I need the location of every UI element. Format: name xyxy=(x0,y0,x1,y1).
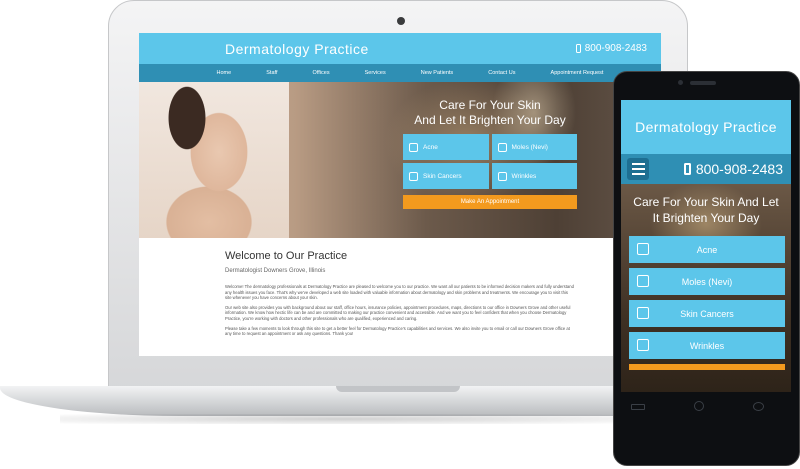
phone-speaker xyxy=(690,81,716,85)
mobile-tile-skin-cancers[interactable]: Skin Cancers xyxy=(629,300,785,327)
make-appointment-button[interactable]: Make An Appointment xyxy=(403,195,577,209)
hero-banner: Care For Your Skin And Let It Brighten Y… xyxy=(139,82,661,238)
tile-label: Skin Cancers xyxy=(423,172,462,180)
hamburger-menu-icon[interactable] xyxy=(627,158,649,180)
magnifier-icon xyxy=(637,275,649,287)
mobile-appointment-button[interactable] xyxy=(629,364,785,370)
bandage-icon xyxy=(409,171,418,181)
mobile-hero-title: Care For Your Skin And Let It Brighten Y… xyxy=(633,195,779,225)
tile-label: Acne xyxy=(696,244,718,255)
tile-label: Wrinkles xyxy=(689,340,725,351)
nav-item-new-patients[interactable]: New Patients xyxy=(421,70,453,76)
back-button-icon xyxy=(631,404,645,410)
mobile-tile-acne[interactable]: Acne xyxy=(629,236,785,263)
phone-icon xyxy=(683,163,691,175)
tile-label: Skin Cancers xyxy=(680,308,734,319)
mobile-phone[interactable]: 800-908-2483 xyxy=(683,161,783,177)
nav-item-contact-us[interactable]: Contact Us xyxy=(488,70,515,76)
page-title: Welcome to Our Practice xyxy=(225,250,348,262)
mobile-toolbar: 800-908-2483 xyxy=(621,154,791,184)
main-content: Welcome to Our Practice Dermatologist Do… xyxy=(139,238,661,337)
magnifier-icon xyxy=(497,142,507,152)
tile-wrinkles[interactable]: Wrinkles xyxy=(491,163,577,189)
phone-screen: Dermatology Practice 800-908-2483 Care F… xyxy=(621,100,791,392)
site-header: Dermatology Practice 800-908-2483 xyxy=(139,33,661,64)
phone-icon xyxy=(575,44,581,53)
nav-item-offices[interactable]: Offices xyxy=(313,70,330,76)
hero-title-line1: Care For Your Skin xyxy=(439,98,541,112)
hand-icon xyxy=(497,171,507,181)
service-tiles: Acne Moles (Nevi) Skin Cancers Wrinkles xyxy=(403,134,577,189)
mobile-tile-moles[interactable]: Moles (Nevi) xyxy=(629,268,785,295)
camera-icon xyxy=(397,17,405,25)
body-paragraph: Please take a few moments to look throug… xyxy=(225,325,570,337)
search-button-icon xyxy=(753,402,764,411)
tile-skin-cancers[interactable]: Skin Cancers xyxy=(403,163,489,189)
laptop-notch xyxy=(336,386,460,392)
home-button-icon xyxy=(694,401,704,411)
hero-title-line2: And Let It Brighten Your Day xyxy=(414,113,566,127)
bandage-icon xyxy=(637,307,649,319)
laptop-screen: Dermatology Practice 800-908-2483 Home S… xyxy=(139,33,661,356)
device-mockup-stage: Dermatology Practice 800-908-2483 Home S… xyxy=(0,0,800,469)
tile-moles[interactable]: Moles (Nevi) xyxy=(491,134,577,160)
nav-item-appointment-request[interactable]: Appointment Request xyxy=(551,70,604,76)
main-nav: Home Staff Offices Services New Patients… xyxy=(139,64,661,82)
nav-item-staff[interactable]: Staff xyxy=(266,70,277,76)
mobile-hero: Care For Your Skin And Let It Brighten Y… xyxy=(621,184,791,392)
body-paragraph: Our web site also provides you with back… xyxy=(225,304,571,321)
mobile-tile-wrinkles[interactable]: Wrinkles xyxy=(629,332,785,359)
page-subtitle: Dermatologist Downers Grove, Illinois xyxy=(225,268,326,274)
mobile-phone-number: 800-908-2483 xyxy=(695,161,783,177)
header-phone[interactable]: 800-908-2483 xyxy=(575,43,647,54)
mobile-brand[interactable]: Dermatology Practice xyxy=(635,119,777,135)
mobile-header: Dermatology Practice xyxy=(621,100,791,154)
laptop-shadow xyxy=(60,414,620,424)
tile-label: Acne xyxy=(423,143,438,151)
face-icon xyxy=(409,142,418,152)
header-phone-number: 800-908-2483 xyxy=(584,43,647,54)
nav-item-home[interactable]: Home xyxy=(217,70,232,76)
tile-label: Moles (Nevi) xyxy=(681,276,733,287)
body-paragraph: Welcome! The dermatology professionals a… xyxy=(225,284,574,301)
tile-acne[interactable]: Acne xyxy=(403,134,489,160)
nav-item-services[interactable]: Services xyxy=(365,70,386,76)
tile-label: Moles (Nevi) xyxy=(511,143,548,151)
phone-camera-icon xyxy=(678,80,683,85)
site-brand[interactable]: Dermatology Practice xyxy=(225,41,369,57)
hero-portrait-image xyxy=(139,82,289,238)
face-icon xyxy=(637,243,649,255)
hero-panel: Care For Your Skin And Let It Brighten Y… xyxy=(403,98,577,209)
hero-title: Care For Your Skin And Let It Brighten Y… xyxy=(403,98,577,128)
hand-icon xyxy=(637,339,649,351)
tile-label: Wrinkles xyxy=(511,172,537,180)
